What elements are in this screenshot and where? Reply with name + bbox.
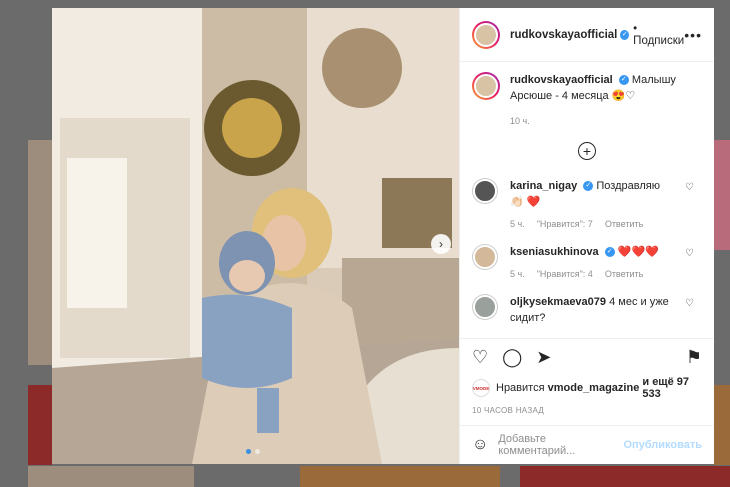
background-post-thumbnail [714,385,730,465]
caption-author-avatar[interactable] [472,72,500,100]
background-post-thumbnail [300,466,500,487]
post-timestamp[interactable]: 10 ЧАСОВ НАЗАД [472,406,702,415]
comment-item: kseniasukhinova ✓ ❤️❤️❤️ 5 ч. "Нравится"… [472,244,702,282]
liked-by-username[interactable]: vmode_magazine [548,382,640,394]
verified-badge-icon: ✓ [583,181,594,192]
commenter-username[interactable]: oljkysekmaeva079 [510,296,606,308]
post-header: rudkovskayaofficial ✓ • Подписки ••• [460,8,714,62]
caption-text-block: rudkovskayaofficial ✓ Малышу Арсюше - 4 … [510,72,702,104]
comment-time: 5 ч. [510,219,525,229]
comment-item: karina_nigay ✓ Поздравляю 👏🏻 ❤️ 5 ч. "Нр… [472,178,702,232]
background-post-thumbnail [520,466,730,487]
verified-badge-icon: ✓ [604,247,615,258]
commenter-username[interactable]: kseniasukhinova [510,246,599,258]
like-comment-heart-icon[interactable]: ♡ [685,182,694,193]
comment-item: oljkysekmaeva079 4 мес и уже сидит? ♡ [472,294,702,326]
reply-button[interactable]: Ответить [605,266,643,282]
carousel-dot [246,449,251,454]
comment-body: kseniasukhinova ✓ ❤️❤️❤️ 5 ч. "Нравится"… [510,244,675,282]
post-modal: › rudkovskayaofficial ✓ • Подписки ••• r… [52,8,714,464]
like-heart-icon[interactable]: ♡ [472,347,488,368]
commenter-avatar[interactable] [472,294,498,320]
comment-likes-count[interactable]: "Нравится": 7 [537,216,593,232]
caption-timestamp: 10 ч. [510,116,530,126]
likes-count[interactable]: и ещё 97 533 [642,376,702,400]
follow-button[interactable]: • Подписки [633,23,684,47]
background-post-thumbnail [714,140,730,250]
likes-summary: VMODE Нравится vmode_magazine и ещё 97 5… [472,376,702,400]
post-comment-button[interactable]: Опубликовать [623,439,702,451]
author-username[interactable]: rudkovskayaofficial [510,29,617,41]
background-post-thumbnail [28,385,52,465]
carousel-indicator [246,449,260,454]
post-caption: rudkovskayaofficial ✓ Малышу Арсюше - 4 … [472,72,702,104]
commenter-avatar[interactable] [472,178,498,204]
comment-body: oljkysekmaeva079 4 мес и уже сидит? [510,294,675,326]
carousel-next-button[interactable]: › [431,234,451,254]
reply-button[interactable]: Ответить [605,216,643,232]
emoji-icon[interactable]: ☺ [472,436,488,454]
comment-body: karina_nigay ✓ Поздравляю 👏🏻 ❤️ 5 ч. "Нр… [510,178,675,232]
carousel-dot [255,449,260,454]
load-more-comments-button[interactable]: + [578,142,596,160]
liker-avatar[interactable]: VMODE [472,379,490,397]
chevron-right-icon: › [439,237,443,251]
comment-input[interactable]: Добавьте комментарий... [498,433,623,457]
verified-badge-icon: ✓ [618,75,629,86]
background-post-thumbnail [28,466,194,487]
comments-section: rudkovskayaofficial ✓ Малышу Арсюше - 4 … [460,62,714,338]
commenter-avatar[interactable] [472,244,498,270]
likes-prefix: Нравится [496,382,545,394]
post-actions: ♡ ◯ ➤ ⚑ VMODE Нравится vmode_magazine и … [460,338,714,415]
caption-username[interactable]: rudkovskayaofficial [510,74,613,86]
comment-meta: 5 ч. "Нравится": 4 Ответить [510,266,675,282]
commenter-username[interactable]: karina_nigay [510,180,577,192]
post-sidebar: rudkovskayaofficial ✓ • Подписки ••• rud… [459,8,714,464]
add-comment-bar: ☺ Добавьте комментарий... Опубликовать [460,425,714,464]
comment-likes-count[interactable]: "Нравится": 4 [537,266,593,282]
share-send-icon[interactable]: ➤ [536,347,551,368]
verified-badge-icon: ✓ [620,29,630,40]
author-avatar[interactable] [472,20,500,49]
photo-image [52,8,459,464]
bookmark-icon[interactable]: ⚑ [686,347,702,368]
like-comment-heart-icon[interactable]: ♡ [685,248,694,259]
post-photo[interactable]: › [52,8,459,464]
comment-text: ❤️❤️❤️ [617,246,659,258]
comment-meta: 5 ч. "Нравится": 7 Ответить [510,216,675,232]
more-options-button[interactable]: ••• [684,27,702,43]
comment-bubble-icon[interactable]: ◯ [502,347,522,368]
background-post-thumbnail [28,140,52,365]
like-comment-heart-icon[interactable]: ♡ [685,298,694,309]
action-icons-row: ♡ ◯ ➤ ⚑ [472,347,702,368]
comment-time: 5 ч. [510,269,525,279]
